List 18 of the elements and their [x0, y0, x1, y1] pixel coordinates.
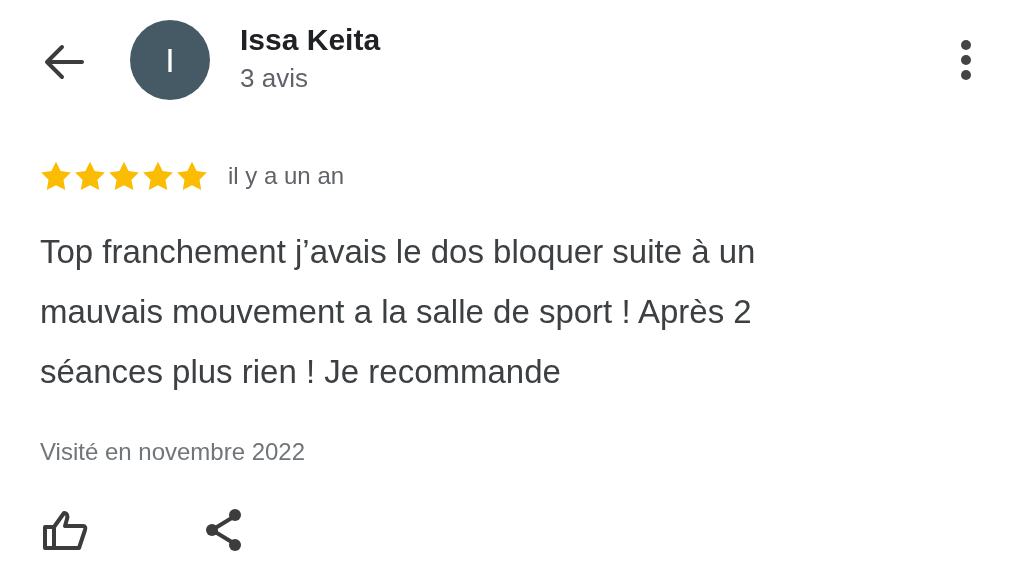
back-icon	[42, 42, 86, 82]
more-icon	[960, 39, 972, 81]
star-icon	[74, 161, 106, 191]
like-button[interactable]	[42, 509, 88, 551]
star-icon	[40, 161, 72, 191]
review-time: il y a un an	[228, 161, 345, 191]
more-options-button[interactable]	[960, 38, 972, 82]
star-icon	[142, 161, 174, 191]
review-count: 3 avis	[240, 62, 309, 95]
share-button[interactable]	[204, 508, 244, 552]
star-icon	[176, 161, 208, 191]
visit-date: Visité en novembre 2022	[39, 437, 307, 467]
avatar: I	[130, 20, 210, 100]
share-icon	[204, 508, 244, 552]
thumbs-up-icon	[42, 509, 88, 551]
reviewer-name: Issa Keita	[240, 22, 381, 58]
star-icon	[108, 161, 140, 191]
review-text: Top franchement j’avais le dos bloquer suite à un mauvais mouvement a la salle de sport ! Après 2 séances plus rien ! Je recommande	[39, 232, 757, 392]
